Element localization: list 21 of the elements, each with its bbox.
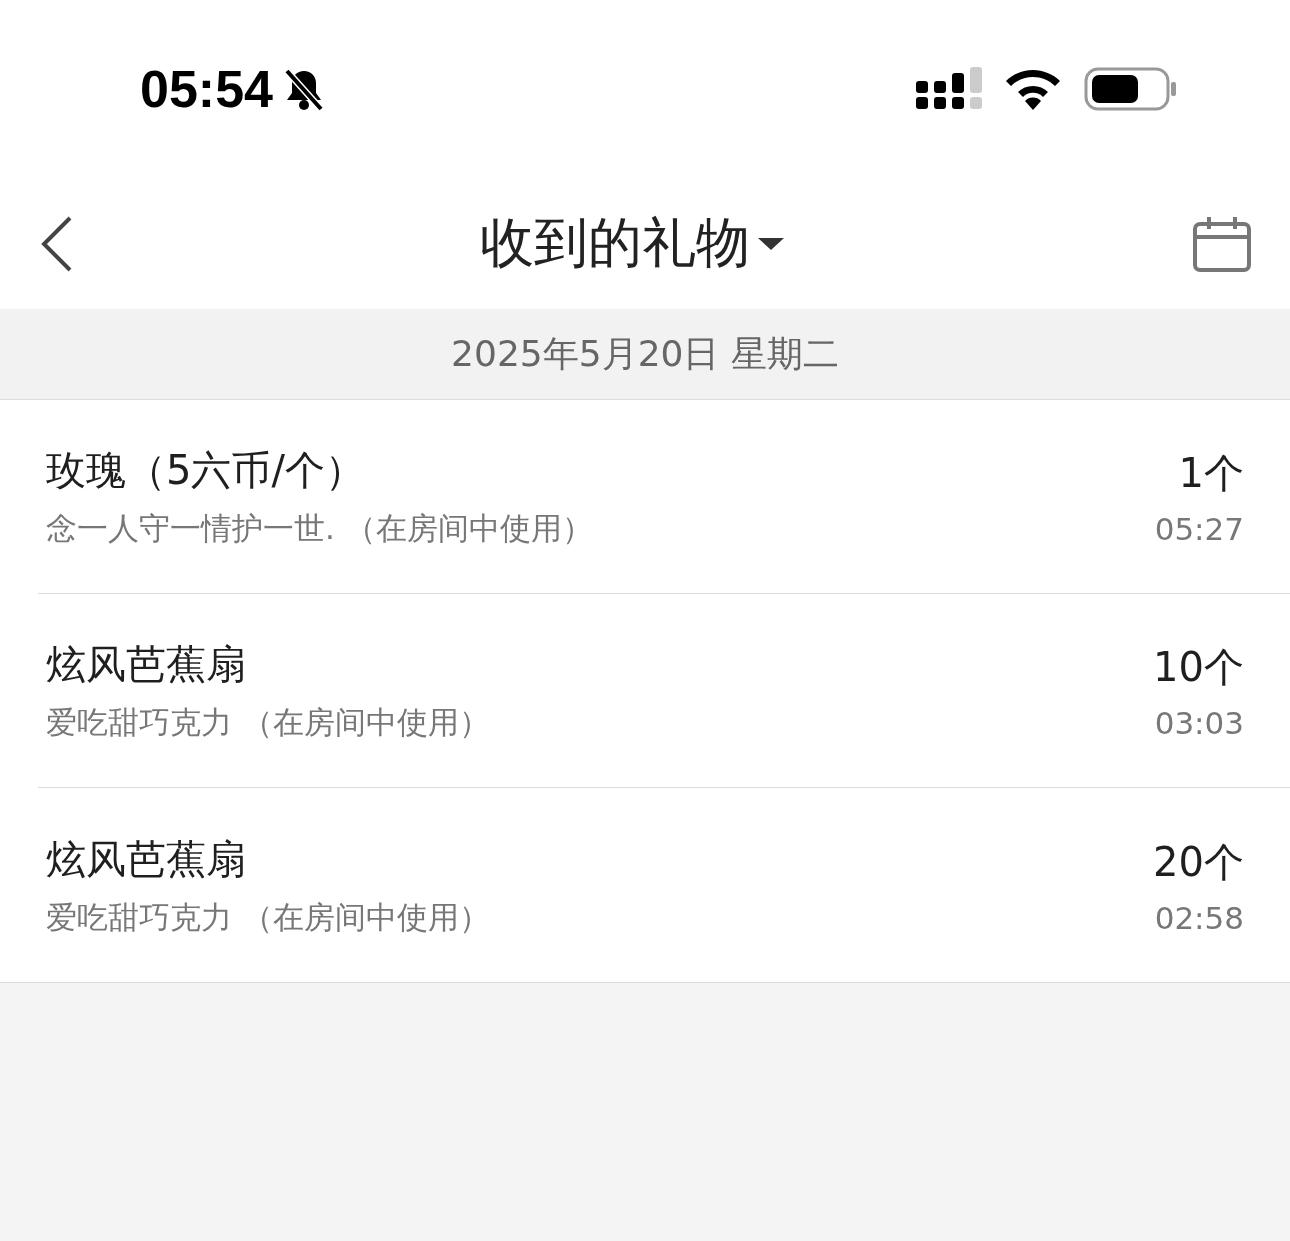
calendar-button[interactable]	[1192, 214, 1252, 273]
gift-time: 02:58	[1154, 899, 1244, 936]
gift-note: 爱吃甜巧克力 （在房间中使用）	[46, 703, 490, 742]
title-dropdown[interactable]: 收到的礼物	[480, 207, 786, 280]
gift-note: 爱吃甜巧克力 （在房间中使用）	[46, 897, 490, 937]
gift-count: 1个	[1178, 449, 1244, 498]
battery-icon	[1084, 67, 1178, 111]
status-time: 05:54	[140, 59, 273, 119]
muted-bell-icon	[283, 67, 325, 111]
gift-count: 20个	[1153, 837, 1244, 887]
gift-note: 念一人守一情护一世. （在房间中使用）	[46, 509, 593, 548]
date-header: 2025年5月20日 星期二	[451, 331, 839, 376]
wifi-icon	[1004, 68, 1062, 110]
caret-icon	[756, 235, 786, 252]
gift-time: 05:27	[1154, 511, 1244, 547]
gift-name: 炫风芭蕉扇	[46, 640, 246, 689]
gift-count: 10个	[1153, 643, 1244, 692]
gift-name: 玫瑰（5六币/个）	[46, 446, 365, 495]
gift-time: 03:03	[1154, 705, 1244, 741]
signal-icon	[916, 67, 982, 111]
gift-name: 炫风芭蕉扇	[46, 834, 246, 884]
